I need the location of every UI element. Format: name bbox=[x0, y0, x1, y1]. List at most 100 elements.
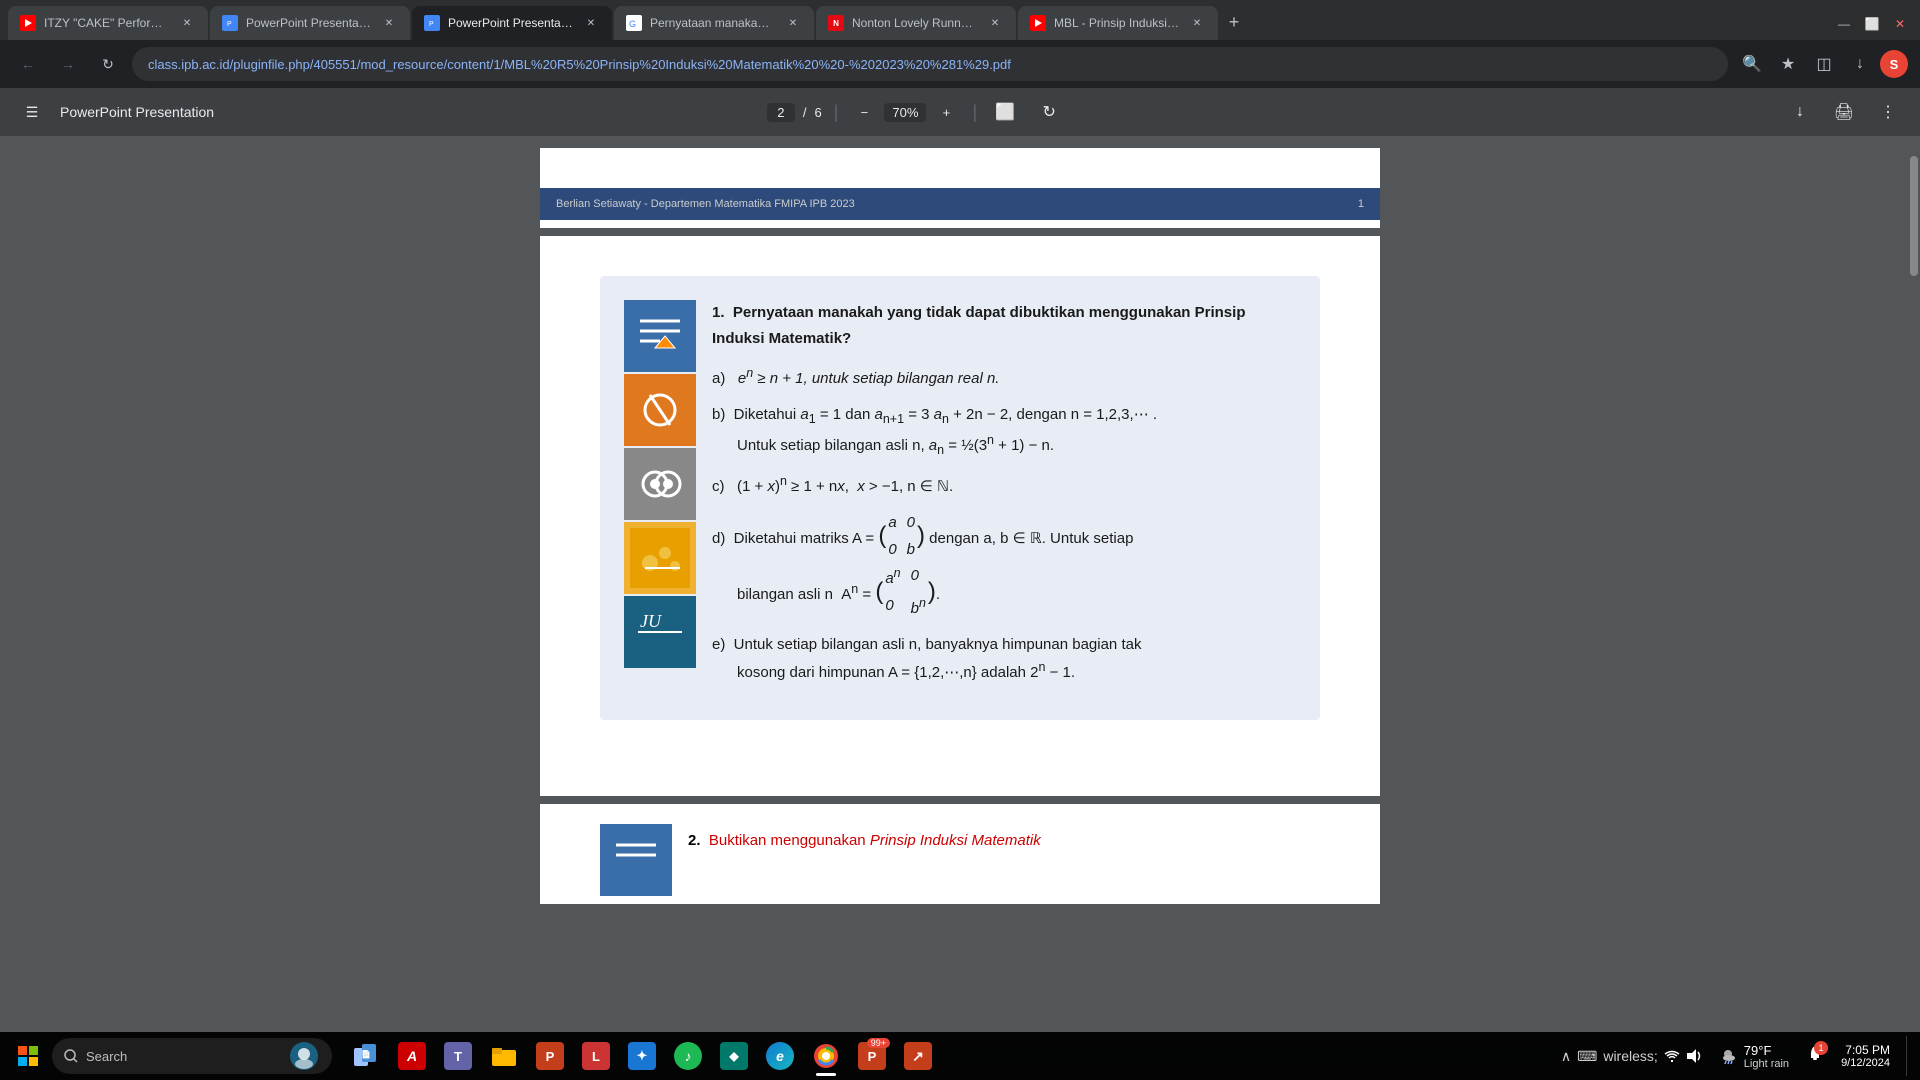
ppt-badge: 99+ bbox=[867, 1038, 890, 1048]
show-desktop-button[interactable] bbox=[1906, 1036, 1912, 1076]
tab-ppt1-title: PowerPoint Presentation bbox=[246, 16, 372, 30]
forward-button[interactable]: → bbox=[52, 48, 84, 80]
pdf-menu-button[interactable]: ☰ bbox=[16, 96, 48, 128]
tab-itzy-title: ITZY "CAKE" Performance bbox=[44, 16, 170, 30]
question-item-d: d) Diketahui matriks A = ( a0 0b ) denga… bbox=[712, 510, 1296, 622]
close-button[interactable]: ✕ bbox=[1888, 12, 1912, 36]
icon-block-1 bbox=[624, 300, 696, 372]
minimize-button[interactable]: — bbox=[1832, 12, 1856, 36]
pdf-page-number: 1 bbox=[1358, 198, 1364, 210]
weather-widget[interactable]: 79°F Light rain bbox=[1710, 1043, 1797, 1070]
icon-block-5: JU bbox=[624, 596, 696, 668]
pdf-download-button[interactable]: ↓ bbox=[1784, 96, 1816, 128]
taskbar-app-edge[interactable]: e bbox=[758, 1034, 802, 1078]
pdf-zoom-value: 70% bbox=[884, 103, 926, 122]
notification-badge: 1 bbox=[1814, 1041, 1828, 1055]
taskbar-app-ppt[interactable]: P bbox=[528, 1034, 572, 1078]
weather-desc: Light rain bbox=[1744, 1058, 1789, 1070]
question-content: 1. Pernyataan manakah yang tidak dapat d… bbox=[712, 300, 1296, 696]
system-tray: ∧ ⌨ wireless; bbox=[1561, 1048, 1702, 1065]
taskbar-app-adobe[interactable]: A bbox=[390, 1034, 434, 1078]
taskbar-app-teal[interactable]: ◆ bbox=[712, 1034, 756, 1078]
tray-keyboard[interactable]: ⌨ bbox=[1577, 1048, 1597, 1065]
pdf-fit-button[interactable]: ⬜ bbox=[989, 96, 1021, 128]
item-a-text: en ≥ n + 1, untuk setiap bilangan real n… bbox=[738, 370, 1000, 387]
taskbar-app-fileexplorer[interactable] bbox=[482, 1034, 526, 1078]
download-button[interactable]: ↓ bbox=[1844, 48, 1876, 80]
pdf-toolbar: ☰ PowerPoint Presentation / 6 | − 70% + … bbox=[0, 88, 1920, 136]
scrollbar-track[interactable] bbox=[1908, 136, 1920, 1032]
question-box: JU 1. Pernyataan manakah yang tidak dapa… bbox=[600, 276, 1320, 720]
weather-icon bbox=[1718, 1046, 1738, 1066]
svg-text:P: P bbox=[429, 21, 434, 28]
volume-icon[interactable] bbox=[1686, 1048, 1702, 1064]
tab-google[interactable]: G Pernyataan manakah yan... ✕ bbox=[614, 6, 814, 40]
tab-yt-mbl-close[interactable]: ✕ bbox=[1188, 14, 1206, 32]
new-tab-button[interactable]: + bbox=[1220, 8, 1248, 36]
back-button[interactable]: ← bbox=[12, 48, 44, 80]
tab-google-close[interactable]: ✕ bbox=[784, 14, 802, 32]
pdf-content: Berlian Setiawaty - Departemen Matematik… bbox=[0, 136, 1920, 1032]
wifi-icon[interactable] bbox=[1664, 1048, 1680, 1064]
tab-netflix[interactable]: N Nonton Lovely Runner 202... ✕ bbox=[816, 6, 1016, 40]
icon-block-4 bbox=[624, 522, 696, 594]
tab-ppt2-close[interactable]: ✕ bbox=[582, 14, 600, 32]
taskbar-app-ppt2[interactable]: P 99+ bbox=[850, 1034, 894, 1078]
scrollbar-thumb[interactable] bbox=[1910, 156, 1918, 276]
tab-itzy[interactable]: ITZY "CAKE" Performance ✕ bbox=[8, 6, 208, 40]
item-c-label: c) (1 + x)n ≥ 1 + nx, x > −1, n ∈ ℕ. bbox=[712, 478, 953, 495]
address-bar[interactable]: class.ipb.ac.id/pluginfile.php/405551/mo… bbox=[132, 47, 1728, 81]
clock-time: 7:05 PM bbox=[1841, 1043, 1890, 1057]
tab-ppt1-close[interactable]: ✕ bbox=[380, 14, 398, 32]
svg-text:G: G bbox=[629, 19, 636, 28]
question-item-e: e) Untuk setiap bilangan asli n, banyakn… bbox=[712, 632, 1296, 686]
profile-button[interactable]: S bbox=[1880, 50, 1908, 78]
search-toolbar-button[interactable]: 🔍 bbox=[1736, 48, 1768, 80]
zoom-in-button[interactable]: + bbox=[932, 98, 960, 126]
taskbar-app-teams[interactable]: T bbox=[436, 1034, 480, 1078]
tray-network[interactable]: wireless; bbox=[1603, 1048, 1657, 1064]
bookmark-button[interactable]: ★ bbox=[1772, 48, 1804, 80]
pdf-page-input[interactable] bbox=[767, 103, 795, 122]
pdf-rotate-button[interactable]: ↻ bbox=[1033, 96, 1065, 128]
pdf-page-3-partial: 2. Buktikan menggunakan Prinsip Induksi … bbox=[540, 804, 1380, 904]
pdf-separator-1: | bbox=[834, 102, 839, 123]
pdf-total-pages: 6 bbox=[815, 105, 822, 120]
tab-yt-mbl[interactable]: MBL - Prinsip Induksi Eps... ✕ bbox=[1018, 6, 1218, 40]
svg-text:P: P bbox=[227, 21, 232, 28]
pdf-more-button[interactable]: ⋮ bbox=[1872, 96, 1904, 128]
taskbar-app-blue1[interactable]: ✦ bbox=[620, 1034, 664, 1078]
tab-bar: ITZY "CAKE" Performance ✕ P PowerPoint P… bbox=[0, 0, 1920, 40]
question-item-b: b) Diketahui a1 = 1 dan an+1 = 3 an + 2n… bbox=[712, 402, 1296, 462]
taskbar-app-files[interactable]: 📄 bbox=[344, 1034, 388, 1078]
toolbar-right: 🔍 ★ ◫ ↓ S bbox=[1736, 48, 1908, 80]
tab-ppt1[interactable]: P PowerPoint Presentation ✕ bbox=[210, 6, 410, 40]
taskbar-search[interactable]: Search bbox=[52, 1038, 332, 1074]
start-button[interactable] bbox=[8, 1036, 48, 1076]
tab-netflix-close[interactable]: ✕ bbox=[986, 14, 1004, 32]
icon-block-3 bbox=[624, 448, 696, 520]
reload-button[interactable]: ↻ bbox=[92, 48, 124, 80]
search-assistant-icon bbox=[288, 1040, 320, 1072]
tray-up-arrow[interactable]: ∧ bbox=[1561, 1048, 1571, 1065]
taskbar-app-lms[interactable]: L bbox=[574, 1034, 618, 1078]
taskbar-app-spotify[interactable]: ♪ bbox=[666, 1034, 710, 1078]
extension-button[interactable]: ◫ bbox=[1808, 48, 1840, 80]
taskbar-apps: 📄 A T bbox=[344, 1034, 940, 1078]
pdf-page-1-partial: Berlian Setiawaty - Departemen Matematik… bbox=[540, 148, 1380, 228]
tab-ppt2[interactable]: P PowerPoint Presentation ✕ bbox=[412, 6, 612, 40]
taskbar-app-chrome[interactable] bbox=[804, 1034, 848, 1078]
notification-area[interactable]: 1 bbox=[1805, 1044, 1825, 1069]
taskbar-app-red[interactable]: ↗ bbox=[896, 1034, 940, 1078]
tab-itzy-close[interactable]: ✕ bbox=[178, 14, 196, 32]
zoom-out-button[interactable]: − bbox=[850, 98, 878, 126]
weather-info: 79°F Light rain bbox=[1744, 1043, 1789, 1070]
address-bar-row: ← → ↻ class.ipb.ac.id/pluginfile.php/405… bbox=[0, 40, 1920, 88]
maximize-button[interactable]: ⬜ bbox=[1860, 12, 1884, 36]
tab-ppt2-title: PowerPoint Presentation bbox=[448, 16, 574, 30]
window-controls: — ⬜ ✕ bbox=[1832, 12, 1912, 36]
clock[interactable]: 7:05 PM 9/12/2024 bbox=[1833, 1043, 1898, 1069]
pdf-print-button[interactable]: 🖨 bbox=[1828, 96, 1860, 128]
tab-yt-mbl-title: MBL - Prinsip Induksi Eps... bbox=[1054, 16, 1180, 30]
address-text: class.ipb.ac.id/pluginfile.php/405551/mo… bbox=[148, 57, 1011, 72]
